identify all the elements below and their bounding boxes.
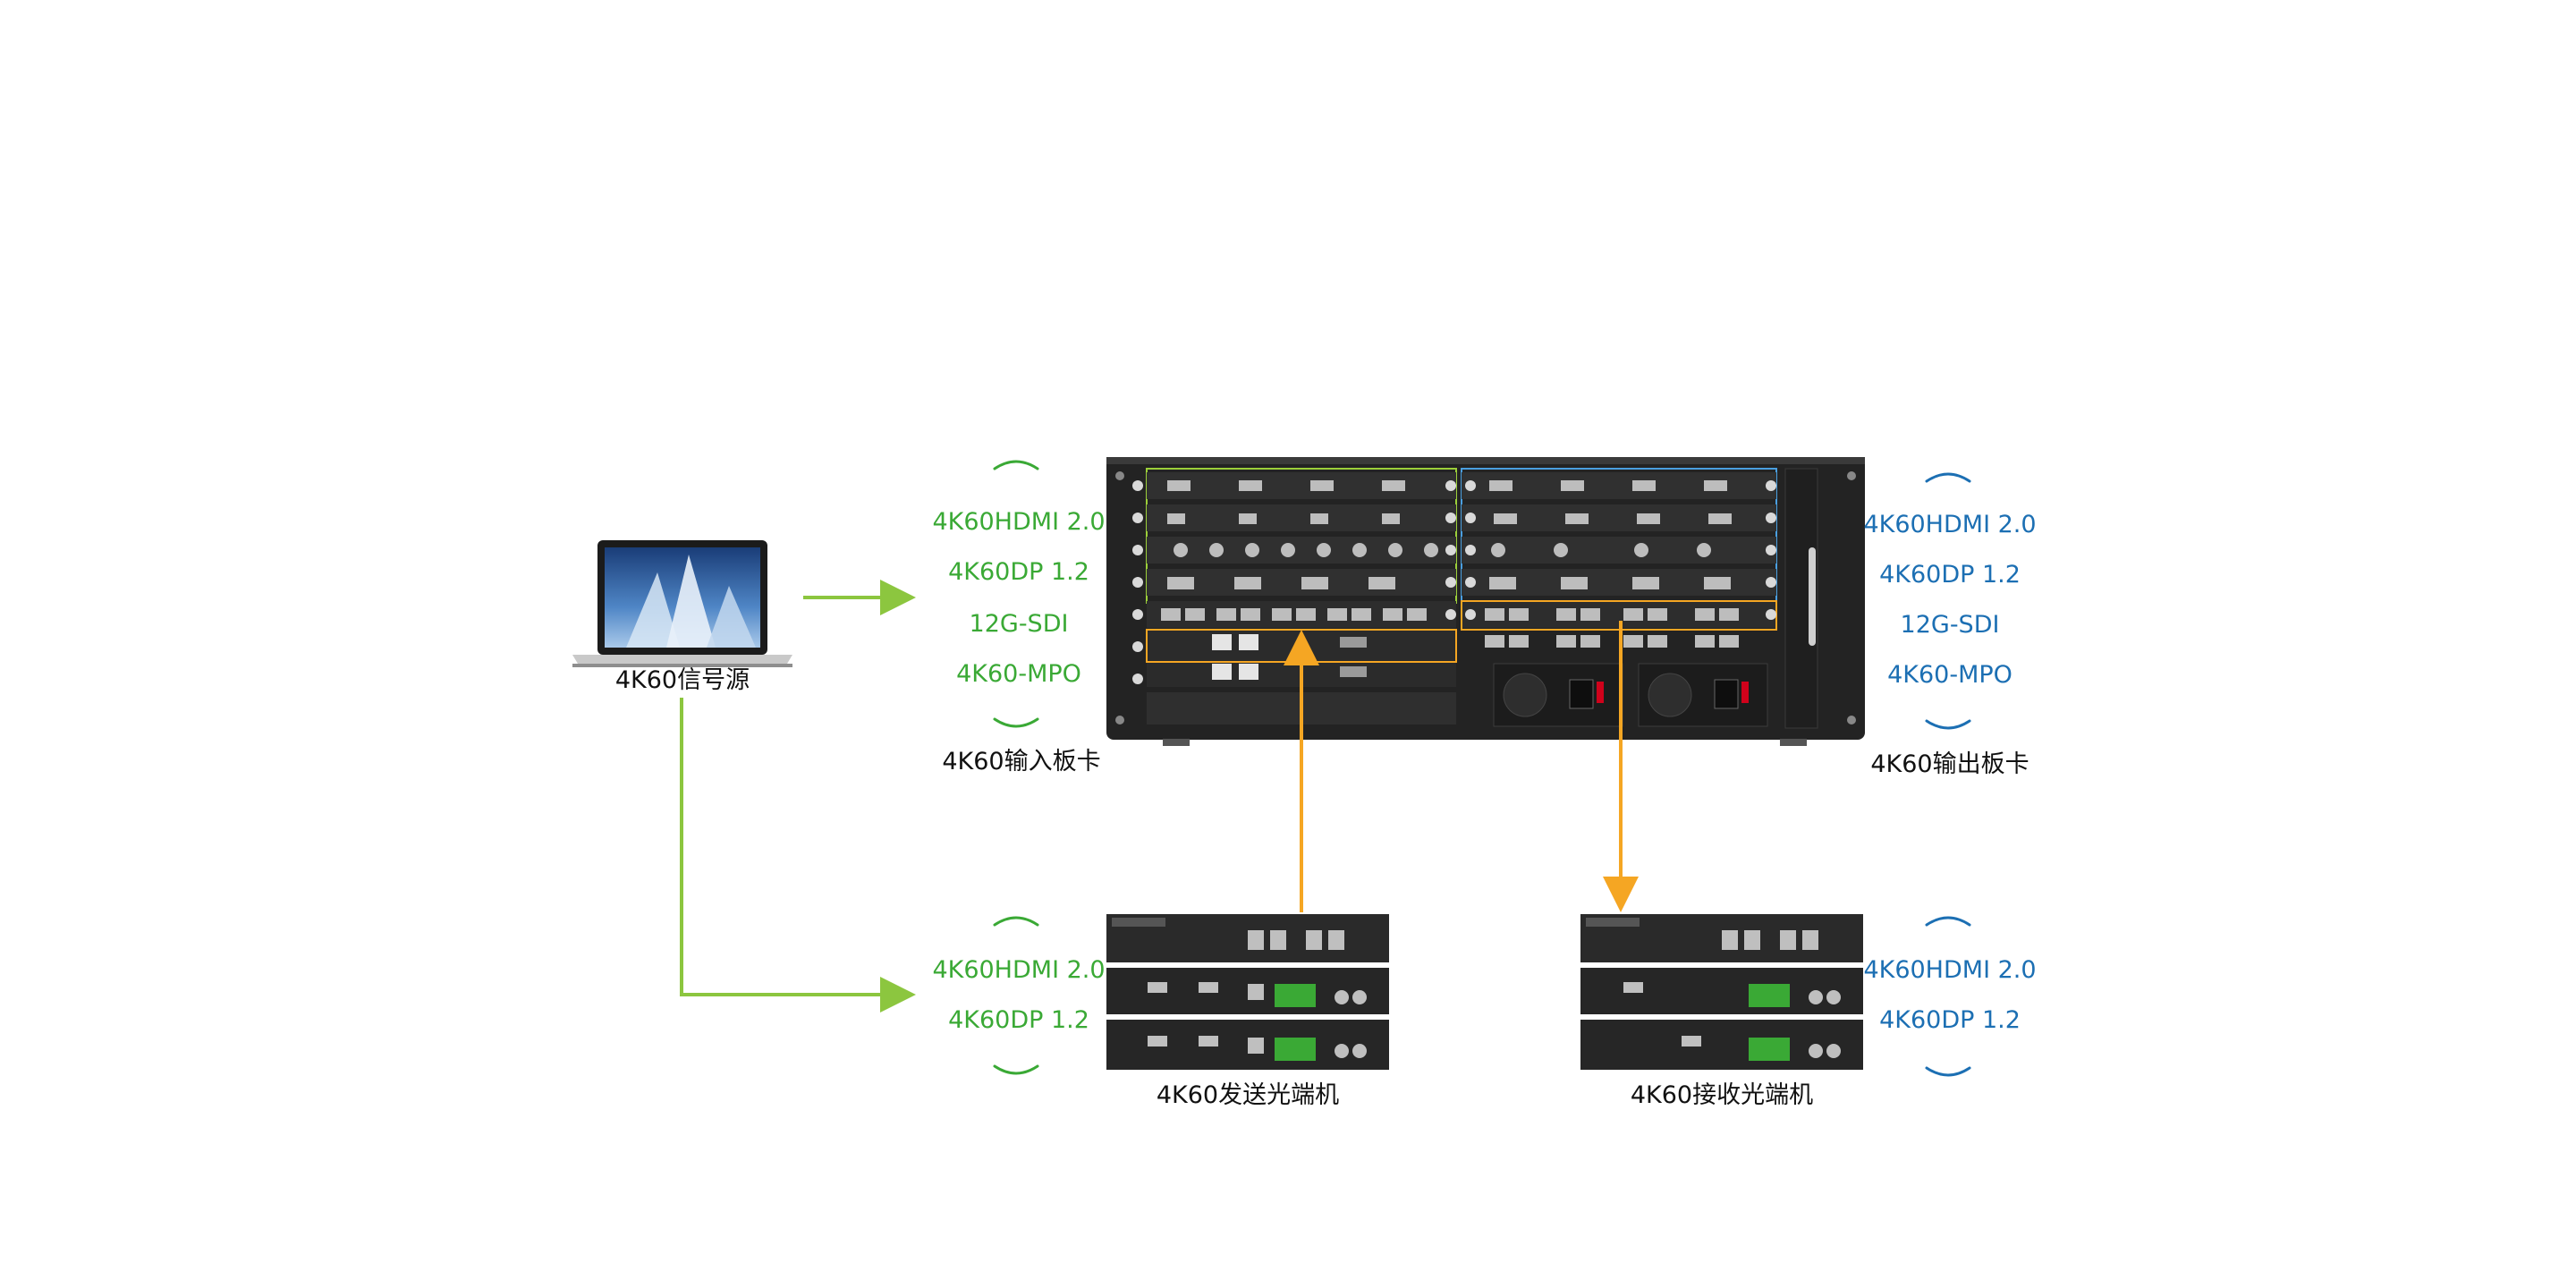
receiver-format-dp: 4K60DP 1.2 — [1879, 1006, 2021, 1034]
transmitter-format-dp: 4K60DP 1.2 — [948, 1006, 1089, 1034]
input-format-hdmi: 4K60HDMI 2.0 — [932, 508, 1106, 536]
source-label: 4K60信号源 — [614, 666, 750, 694]
matrix-chassis — [1106, 457, 1865, 746]
receiver-caption: 4K60接收光端机 — [1630, 1081, 1814, 1109]
transmitter-device — [1106, 914, 1389, 1070]
receiver-format-bracket — [1925, 916, 1971, 1077]
transmitter-format-bracket — [993, 916, 1039, 1075]
output-card-caption: 4K60输出板卡 — [1870, 750, 2029, 778]
input-card-caption: 4K60输入板卡 — [942, 748, 1101, 775]
input-format-sdi: 12G-SDI — [969, 610, 1069, 638]
receiver-format-hdmi: 4K60HDMI 2.0 — [1863, 956, 2037, 984]
output-format-dp: 4K60DP 1.2 — [1879, 561, 2021, 589]
input-format-dp: 4K60DP 1.2 — [948, 558, 1089, 586]
output-format-hdmi: 4K60HDMI 2.0 — [1863, 511, 2037, 538]
transmitter-format-hdmi: 4K60HDMI 2.0 — [932, 956, 1106, 984]
transmitter-caption: 4K60发送光端机 — [1156, 1081, 1340, 1109]
input-format-mpo: 4K60-MPO — [956, 660, 1081, 688]
output-format-sdi: 12G-SDI — [1900, 611, 2000, 639]
output-format-mpo: 4K60-MPO — [1887, 661, 2012, 689]
receiver-device — [1580, 914, 1863, 1070]
arrow-right-icon — [680, 698, 916, 1013]
laptop-icon — [572, 540, 792, 667]
